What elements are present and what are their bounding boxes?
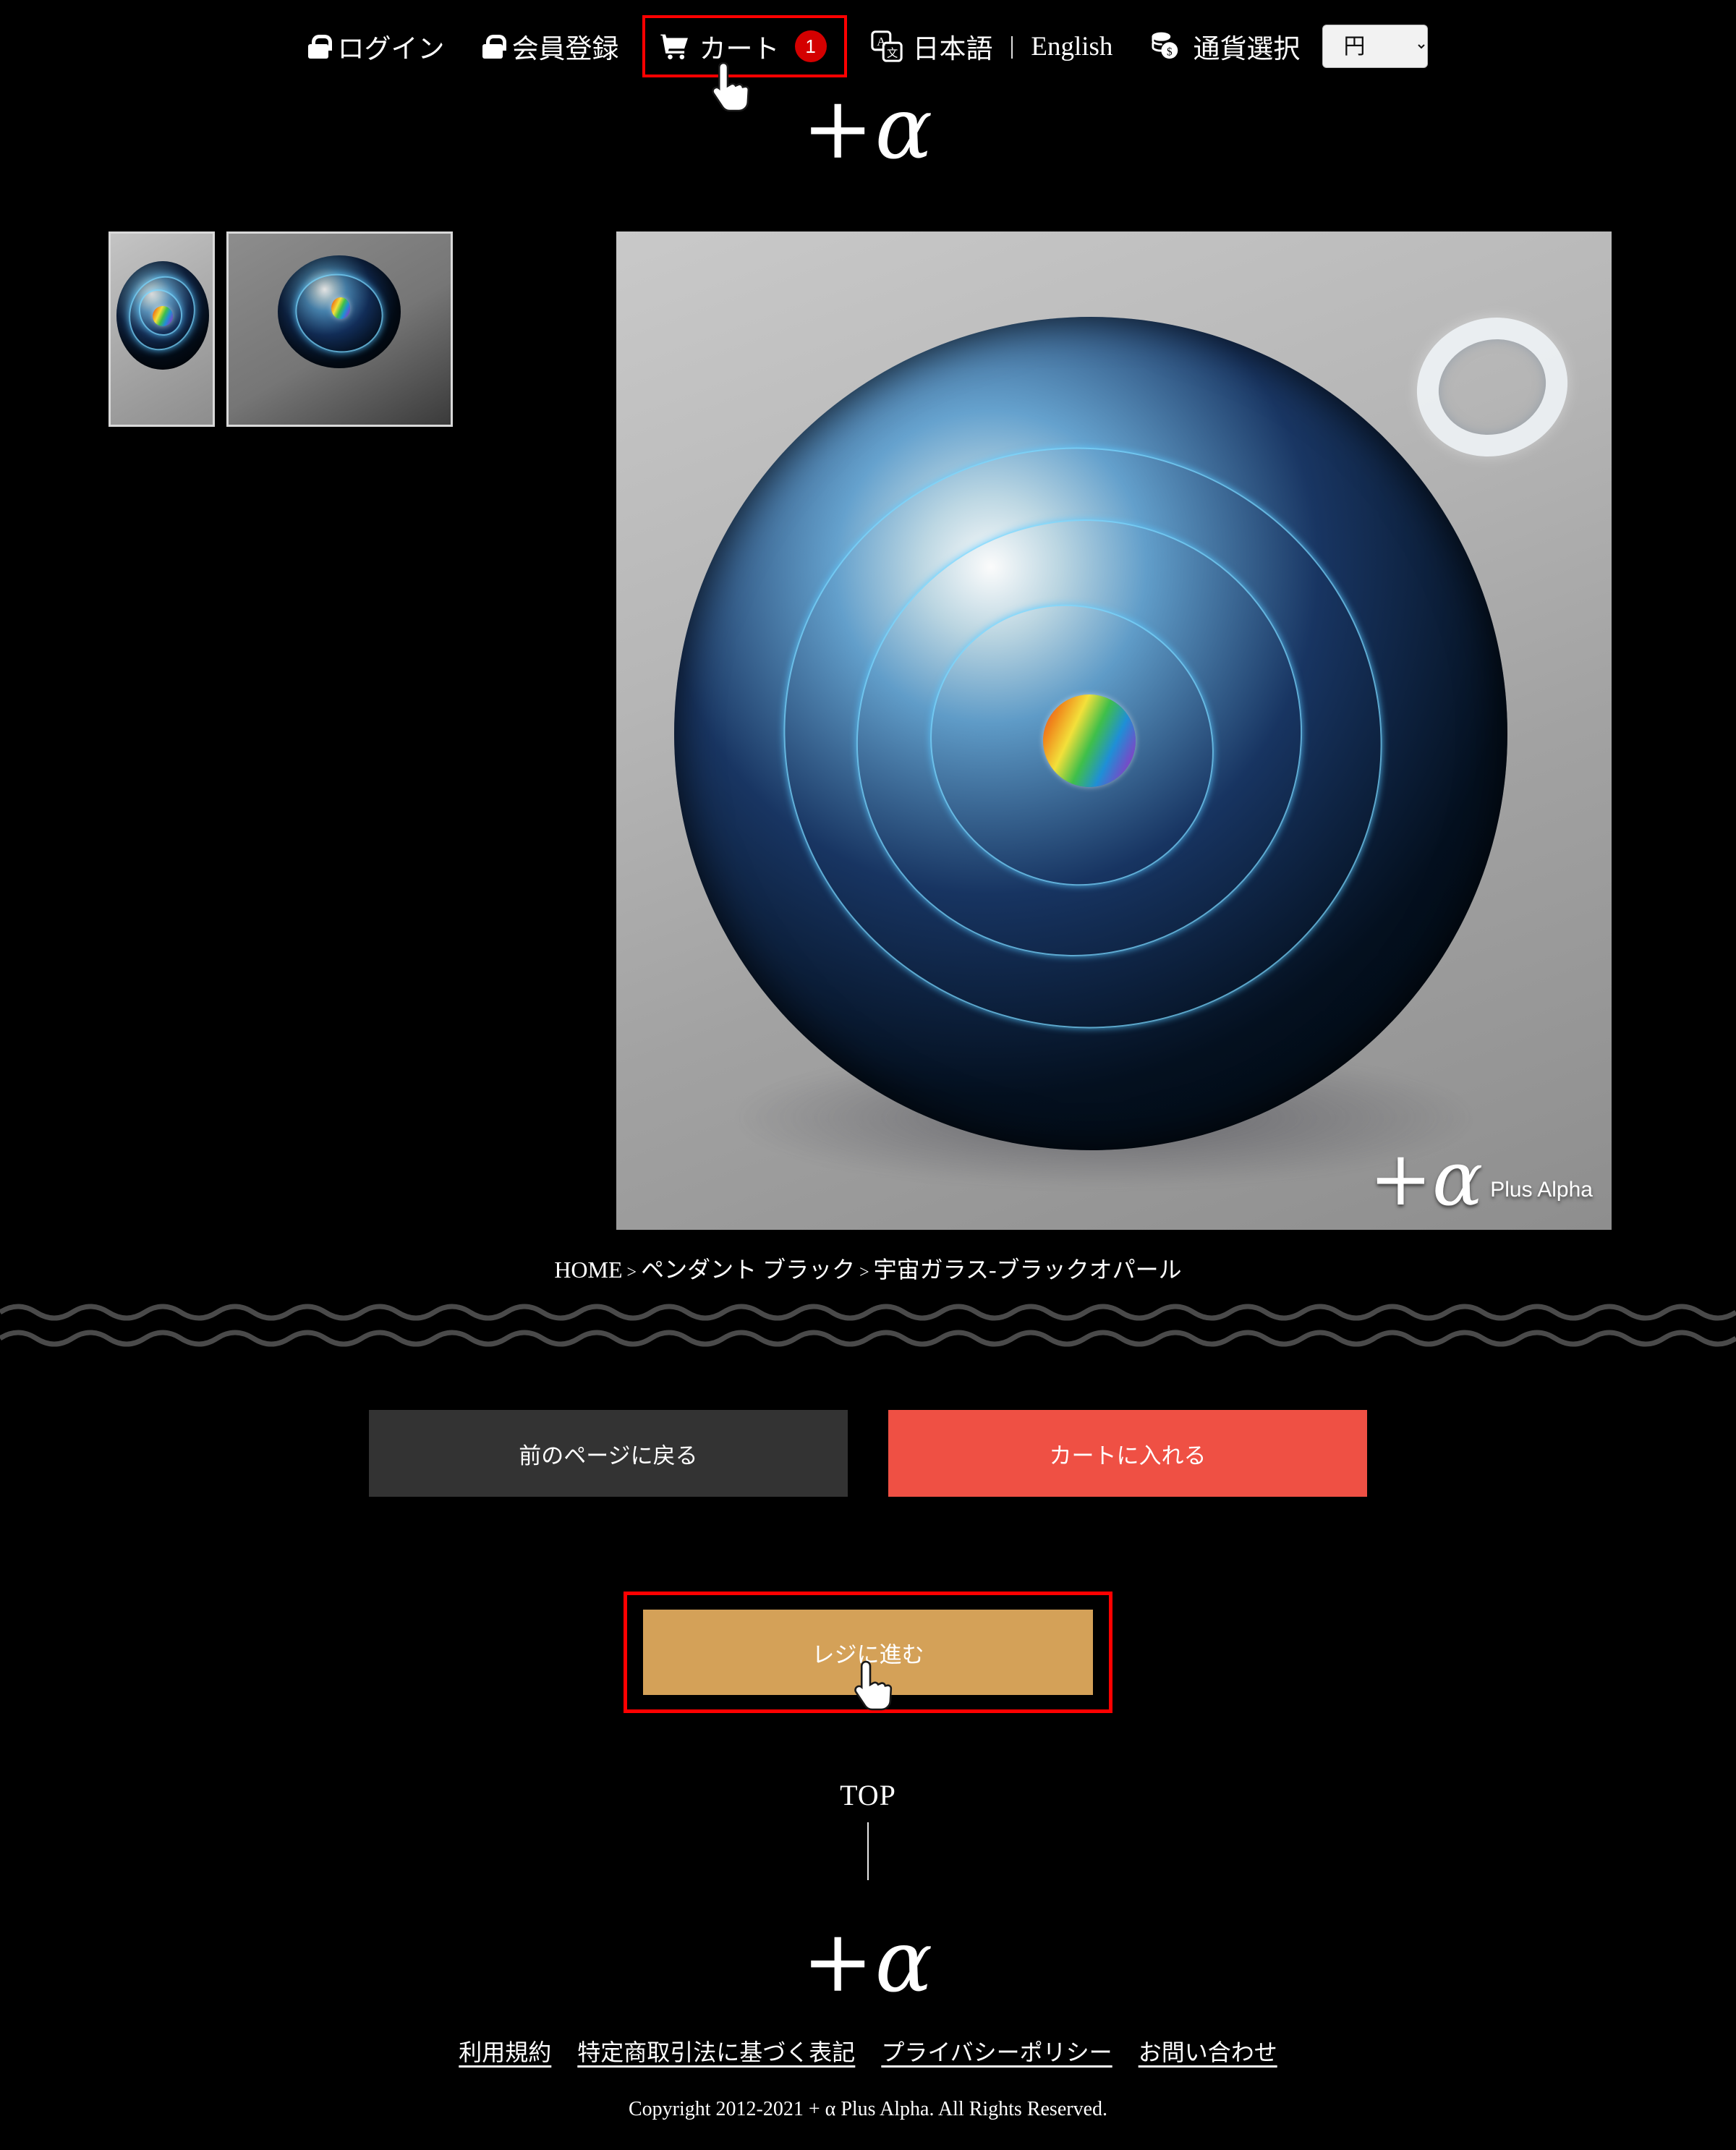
footer-link-terms[interactable]: 利用規約	[459, 2034, 551, 2068]
logo-alpha: α	[875, 78, 935, 178]
breadcrumb-home[interactable]: HOME	[554, 1257, 622, 1283]
footer-link-contact[interactable]: お問い合わせ	[1139, 2034, 1277, 2068]
add-to-cart-button[interactable]: カートに入れる	[888, 1410, 1367, 1497]
footer-link-commercial-transactions[interactable]: 特定商取引法に基づく表記	[577, 2034, 855, 2068]
svg-text:A: A	[877, 35, 886, 48]
site-logo-header[interactable]: +α	[0, 85, 1736, 171]
checkout-highlight-box: レジに進む	[624, 1592, 1112, 1713]
scroll-to-top-link[interactable]: TOP	[0, 1778, 1736, 1880]
product-main-image[interactable]: +α Plus Alpha	[616, 231, 1612, 1230]
header-language-switcher[interactable]: A 文 日本語 | English	[851, 17, 1132, 76]
header-register-label: 会員登録	[511, 35, 619, 64]
image-watermark: +α Plus Alpha	[1369, 1141, 1593, 1216]
breadcrumb: HOME > ペンダント ブラック > 宇宙ガラス-ブラックオパール	[0, 1252, 1736, 1285]
breadcrumb-separator: >	[626, 1263, 637, 1282]
header-login-label: ログイン	[337, 35, 445, 64]
header-cart-link[interactable]: カート 1	[642, 15, 847, 112]
opal-marble	[1043, 694, 1136, 787]
currency-label: 通貨選択	[1193, 35, 1301, 64]
product-thumbnail[interactable]	[226, 231, 453, 427]
site-logo-footer[interactable]: +α	[0, 1919, 1736, 2004]
thumbnail-image	[111, 234, 213, 425]
site-header: ログイン 会員登録 カート 1 A 文 日本語 | English $ 通貨選択…	[0, 0, 1736, 112]
coins-icon: $	[1150, 31, 1183, 61]
action-button-row: 前のページに戻る カートに入れる	[0, 1410, 1736, 1497]
header-currency-selector[interactable]: $ 通貨選択 円	[1131, 14, 1447, 78]
checkout-section: レジに進む	[0, 1592, 1736, 1713]
breadcrumb-category[interactable]: ペンダント ブラック	[641, 1257, 855, 1283]
language-english-option[interactable]: English	[1031, 31, 1112, 62]
header-register-link[interactable]: 会員登録	[464, 17, 638, 76]
lock-icon	[482, 34, 506, 59]
top-label: TOP	[840, 1779, 896, 1811]
lock-icon	[307, 34, 332, 59]
currency-select[interactable]: 円	[1322, 25, 1429, 68]
header-login-link[interactable]: ログイン	[289, 17, 464, 76]
product-thumbnail-list	[109, 231, 453, 427]
svg-text:文: 文	[887, 48, 898, 60]
header-cart-label: カート	[699, 35, 780, 64]
logo-plus: +	[801, 78, 875, 178]
logo-alpha: α	[875, 1911, 935, 2011]
watermark-plus: +	[1369, 1134, 1432, 1223]
watermark-alpha: α	[1431, 1134, 1484, 1223]
footer-link-list: 利用規約 特定商取引法に基づく表記 プライバシーポリシー お問い合わせ	[0, 2034, 1736, 2068]
shopping-cart-icon	[660, 33, 690, 59]
language-separator: |	[1009, 33, 1015, 59]
logo-plus: +	[801, 1911, 875, 2011]
svg-text:$: $	[1167, 46, 1173, 59]
cart-count-badge: 1	[794, 30, 827, 62]
footer-link-privacy-policy[interactable]: プライバシーポリシー	[881, 2034, 1112, 2068]
language-japanese-option[interactable]: 日本語	[913, 27, 993, 66]
thumbnail-image	[229, 234, 451, 425]
translate-icon: A 文	[870, 30, 903, 63]
proceed-to-checkout-button[interactable]: レジに進む	[643, 1610, 1093, 1695]
copyright-text: Copyright 2012-2021 + α Plus Alpha. All …	[628, 2098, 1108, 2120]
breadcrumb-product: 宇宙ガラス-ブラックオパール	[873, 1257, 1182, 1283]
wave-divider	[0, 1301, 1736, 1359]
pendant-loop	[1398, 298, 1586, 476]
top-line-decoration	[867, 1822, 869, 1880]
product-page: ログイン 会員登録 カート 1 A 文 日本語 | English $ 通貨選択…	[0, 0, 1736, 2150]
watermark-subtitle: Plus Alpha	[1490, 1178, 1593, 1202]
back-to-previous-page-button[interactable]: 前のページに戻る	[369, 1410, 848, 1497]
product-thumbnail[interactable]	[109, 231, 215, 427]
breadcrumb-separator: >	[859, 1263, 869, 1282]
